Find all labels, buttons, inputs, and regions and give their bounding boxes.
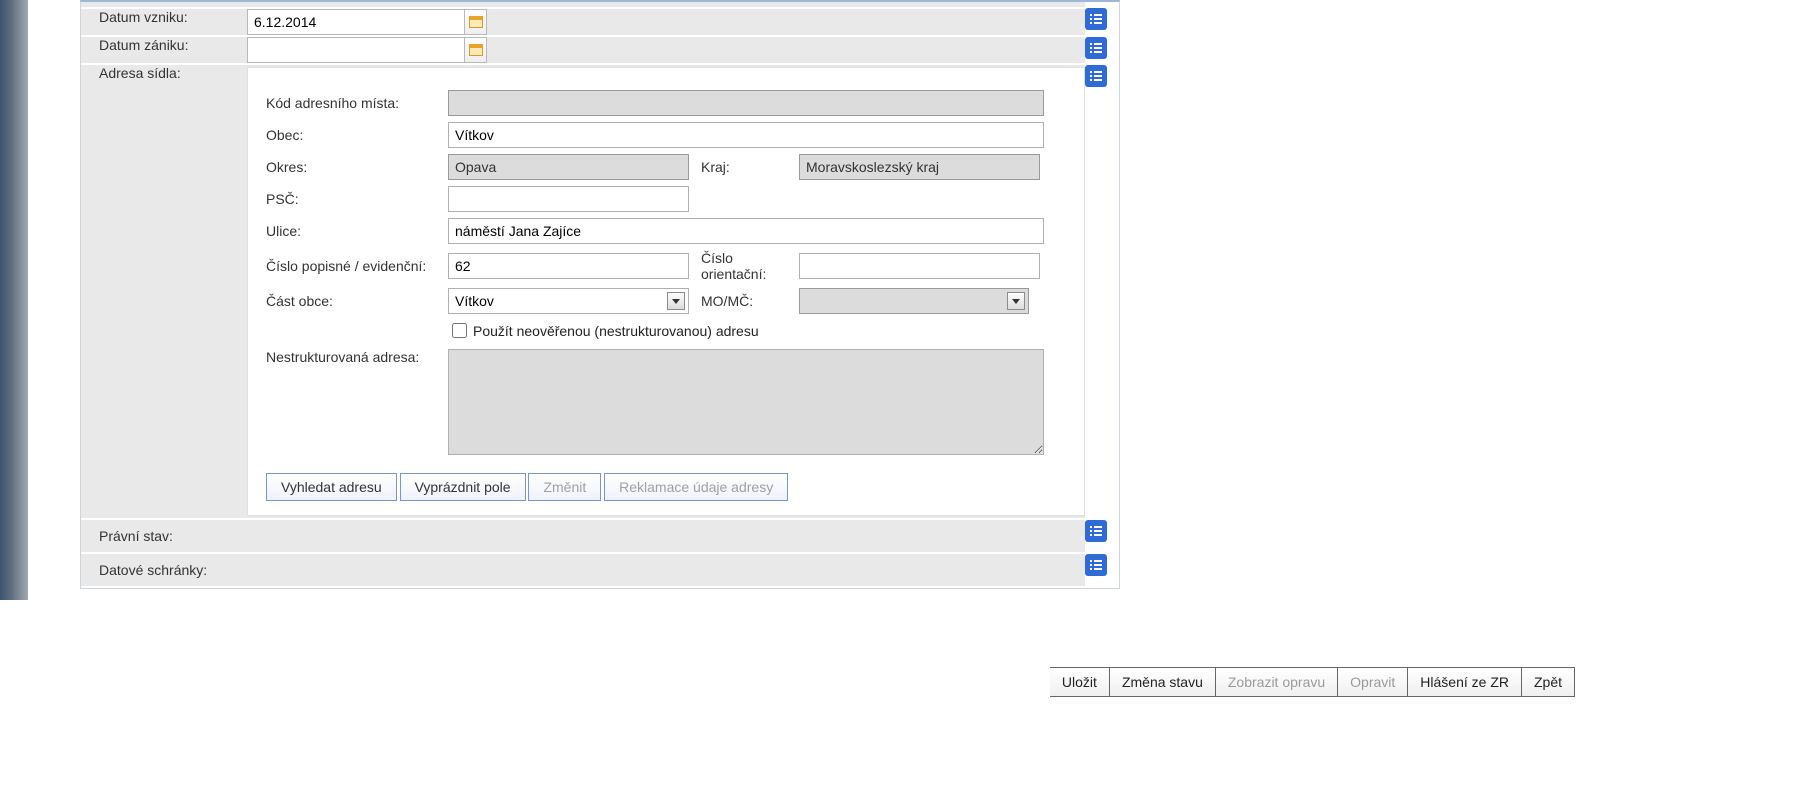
left-strip: [0, 0, 28, 600]
zmenit-button: Změnit: [528, 473, 601, 501]
cast-select[interactable]: [448, 288, 689, 314]
reklamace-button: Reklamace údaje adresy: [604, 473, 788, 501]
list-icon-vzniku[interactable]: [1085, 8, 1107, 30]
list-icon-datove-schranky[interactable]: [1085, 554, 1107, 576]
cp-input[interactable]: [448, 253, 689, 279]
vyhledat-adresu-button[interactable]: Vyhledat adresu: [266, 473, 397, 501]
datum-zaniku-input[interactable]: [247, 37, 465, 63]
calendar-icon: [469, 44, 483, 56]
label-okres: Okres:: [266, 159, 448, 175]
datum-vzniku-input[interactable]: [247, 9, 465, 35]
psc-input[interactable]: [448, 186, 689, 212]
obec-input[interactable]: [448, 122, 1044, 148]
label-pravni-stav: Právní stav:: [99, 519, 247, 553]
datove-schranky-value: [247, 553, 1085, 587]
kraj-input: [799, 154, 1040, 180]
zpet-button[interactable]: Zpět: [1521, 668, 1574, 696]
pravni-stav-value: [247, 519, 1085, 553]
form-content: Datum vzniku: Datum zániku:: [80, 0, 1120, 589]
zmena-stavu-button[interactable]: Změna stavu: [1109, 668, 1216, 696]
label-unstruct: Nestrukturovaná adresa:: [266, 349, 448, 365]
address-button-row: Vyhledat adresu Vyprázdnit pole Změnit R…: [266, 473, 1066, 501]
ulozit-button[interactable]: Uložit: [1050, 668, 1110, 696]
label-datum-vzniku: Datum vzniku:: [99, 8, 247, 36]
adresa-panel: Kód adresního místa: Obec: Okres: Kraj:: [247, 67, 1085, 516]
list-icon-pravni-stav[interactable]: [1085, 520, 1107, 542]
calendar-icon: [469, 16, 483, 28]
hlaseni-button[interactable]: Hlášení ze ZR: [1407, 668, 1522, 696]
label-obec: Obec:: [266, 127, 448, 143]
momc-select[interactable]: [799, 288, 1029, 314]
label-cp: Číslo popisné / evidenční:: [266, 258, 448, 274]
ulice-input[interactable]: [448, 218, 1044, 244]
co-input[interactable]: [799, 253, 1040, 279]
opravit-button: Opravit: [1337, 668, 1408, 696]
datepicker-button-vzniku[interactable]: [465, 9, 487, 35]
list-icon-zaniku[interactable]: [1085, 37, 1107, 59]
label-ulice: Ulice:: [266, 223, 448, 239]
vyprazdnit-pole-button[interactable]: Vyprázdnit pole: [400, 473, 526, 501]
label-momc: MO/MČ:: [689, 293, 799, 309]
neoverena-checkbox[interactable]: [452, 323, 467, 338]
unstruct-textarea: [448, 349, 1044, 455]
kod-input: [448, 90, 1044, 116]
label-kod: Kód adresního místa:: [266, 95, 448, 111]
footer-toolbar: Uložit Změna stavu Zobrazit opravu Oprav…: [1050, 667, 1575, 697]
datepicker-button-zaniku[interactable]: [465, 37, 487, 63]
label-adresa-sidla: Adresa sídla:: [99, 64, 247, 519]
okres-input: [448, 154, 689, 180]
label-psc: PSČ:: [266, 191, 448, 207]
label-co: Číslo orientační:: [689, 250, 799, 282]
label-neoverena: Použít neověřenou (nestrukturovanou) adr…: [473, 323, 759, 339]
list-icon-adresa[interactable]: [1085, 65, 1107, 87]
zobrazit-opravu-button: Zobrazit opravu: [1215, 668, 1338, 696]
label-cast: Část obce:: [266, 293, 448, 309]
label-kraj: Kraj:: [689, 159, 799, 175]
label-datove-schranky: Datové schránky:: [99, 553, 247, 587]
label-datum-zaniku: Datum zániku:: [99, 36, 247, 64]
